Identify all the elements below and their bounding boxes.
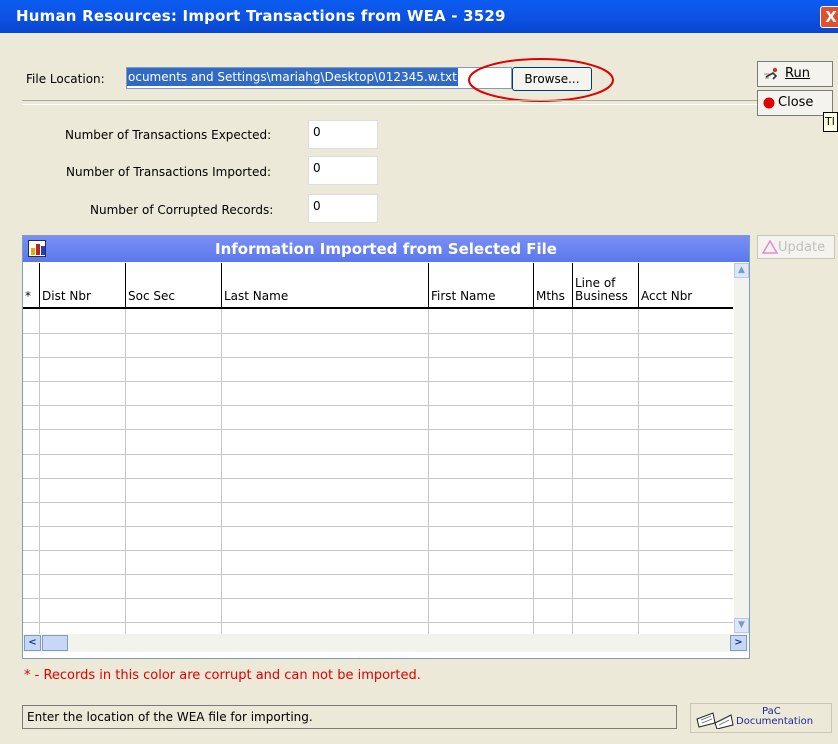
documentation-label: Documentation xyxy=(736,716,814,727)
window-close-button[interactable]: X xyxy=(820,6,838,28)
run-button[interactable]: Run xyxy=(757,61,833,87)
window-title: Human Resources: Import Transactions fro… xyxy=(16,7,506,25)
corrupted-label: Number of Corrupted Records: xyxy=(90,203,274,217)
grid-column-headers: * Dist Nbr Soc Sec Last Name First Name … xyxy=(23,263,733,309)
corrupted-value: 0 xyxy=(308,194,378,223)
update-label: Update xyxy=(778,240,826,255)
stop-icon xyxy=(763,97,775,109)
chart-icon xyxy=(28,240,46,257)
grid-body[interactable] xyxy=(23,309,733,634)
imported-data-grid[interactable]: Information Imported from Selected File … xyxy=(22,235,750,659)
scroll-right-icon[interactable]: > xyxy=(730,635,747,651)
close-label: Close xyxy=(778,95,814,110)
file-location-input[interactable]: ocuments and Settings\mariahg\Desktop\01… xyxy=(126,67,512,89)
grid-title: Information Imported from Selected File xyxy=(215,240,557,258)
close-button[interactable]: Close xyxy=(757,90,833,116)
file-location-value: ocuments and Settings\mariahg\Desktop\01… xyxy=(127,68,458,86)
column-header-soc-sec[interactable]: Soc Sec xyxy=(126,263,222,307)
horizontal-scrollbar[interactable]: < > xyxy=(23,634,749,652)
update-icon xyxy=(762,240,778,254)
vertical-scrollbar[interactable]: ▲ ▼ xyxy=(734,263,749,634)
scroll-down-icon[interactable]: ▼ xyxy=(734,618,749,633)
run-icon xyxy=(764,67,778,80)
column-header-acct-nbr[interactable]: Acct Nbr xyxy=(639,263,733,307)
separator xyxy=(22,100,817,105)
imported-label: Number of Transactions Imported: xyxy=(66,165,271,179)
pac-documentation-button[interactable]: PaC Documentation xyxy=(690,703,832,733)
column-header-first-name[interactable]: First Name xyxy=(429,263,534,307)
grid-header-bar: Information Imported from Selected File xyxy=(23,236,749,262)
status-bar: Enter the location of the WEA file for i… xyxy=(22,705,677,729)
column-header-marker[interactable]: * xyxy=(23,263,40,307)
scroll-left-icon[interactable]: < xyxy=(24,635,41,651)
column-header-line-of-business[interactable]: Line of Business xyxy=(573,263,639,307)
column-header-last-name[interactable]: Last Name xyxy=(222,263,429,307)
expected-value: 0 xyxy=(308,120,378,149)
corrupt-records-note: * - Records in this color are corrupt an… xyxy=(24,668,421,683)
title-bar: Human Resources: Import Transactions fro… xyxy=(0,0,838,33)
file-location-label: File Location: xyxy=(26,72,105,86)
tooltip: Tl xyxy=(823,112,838,132)
run-label: Run xyxy=(785,66,810,81)
annotation-circle xyxy=(468,58,614,102)
expected-label: Number of Transactions Expected: xyxy=(65,128,272,142)
imported-value: 0 xyxy=(308,156,378,185)
column-header-mths[interactable]: Mths xyxy=(534,263,573,307)
update-button[interactable]: Update xyxy=(757,235,835,259)
scroll-up-icon[interactable]: ▲ xyxy=(734,263,749,278)
column-header-dist-nbr[interactable]: Dist Nbr xyxy=(40,263,126,307)
book-icon xyxy=(696,712,734,729)
horizontal-scroll-thumb[interactable] xyxy=(42,635,68,651)
